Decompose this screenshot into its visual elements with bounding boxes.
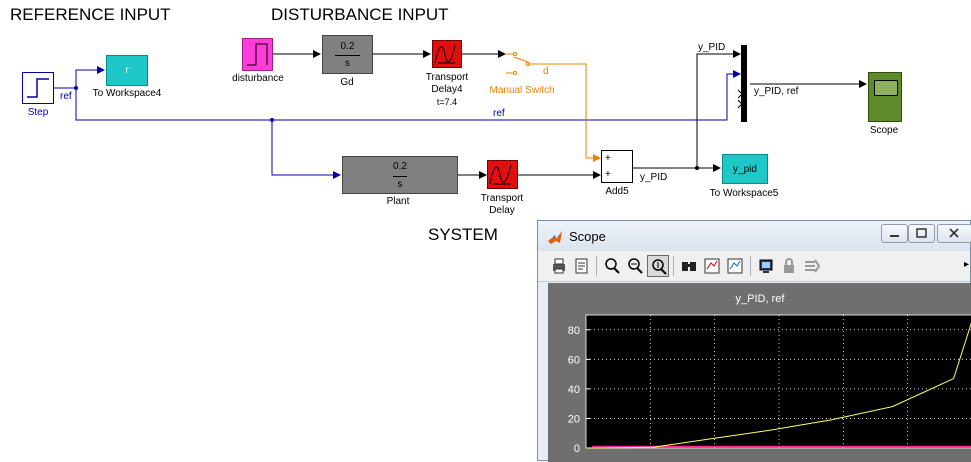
manual-switch-port-label: d: [543, 66, 549, 77]
gd-denominator: s: [345, 58, 350, 69]
add5-label: Add5: [605, 186, 629, 197]
scope-window-title: Scope: [569, 229, 606, 244]
gd-label: Gd: [340, 77, 354, 88]
autoscale-button[interactable]: [678, 255, 700, 277]
add5-sign-1: +: [605, 153, 611, 164]
delay-wave-icon-2: [489, 164, 512, 185]
plant-block[interactable]: 0.2 s: [342, 156, 458, 194]
ref-branch-point: [74, 86, 78, 90]
plant-label: Plant: [386, 196, 410, 207]
ref-branch-point-2: [270, 118, 274, 122]
plot-svg: 0 20 40 60 80: [568, 314, 971, 455]
scope-toolbar: ▸: [538, 251, 970, 282]
y-pid-add-label: y_PID: [640, 172, 668, 183]
minimize-icon: [890, 235, 899, 237]
lock-button[interactable]: [778, 255, 800, 277]
y-pid-branch-point: [695, 166, 699, 170]
zoom-in-button[interactable]: [601, 255, 623, 277]
scope-plot-canvas: y_PID, ref 0 20 40 60 80: [548, 283, 971, 462]
switch-contact-1: [512, 51, 518, 57]
toolbar-separator: [596, 256, 597, 276]
gd-fraction-bar: [335, 55, 360, 56]
autoscale-icon: [682, 262, 696, 271]
print-icon: [553, 258, 565, 274]
add5-block[interactable]: + +: [601, 150, 633, 183]
transport-delay4-param: t=7.4: [436, 97, 458, 107]
parameters-icon: [575, 258, 588, 274]
manual-switch-wire: [506, 53, 601, 162]
parameters-button[interactable]: [571, 255, 593, 277]
ref-signal-label: ref: [60, 91, 72, 102]
toolbar-overflow-icon[interactable]: ▸: [964, 259, 969, 270]
save-axes-icon: [704, 258, 720, 274]
y-tick-label: 80: [568, 325, 580, 337]
mux-block: [741, 45, 747, 122]
to-workspace5-block[interactable]: y_pid: [722, 154, 768, 184]
to-workspace5-value: y_pid: [733, 164, 757, 175]
print-button[interactable]: [548, 255, 570, 277]
zoom-y-button[interactable]: [647, 255, 669, 277]
y-tick-label: 60: [568, 354, 580, 366]
to-workspace4-block[interactable]: r: [106, 55, 148, 86]
signal-selector-button[interactable]: [801, 255, 823, 277]
floating-scope-icon: [759, 259, 773, 273]
y-pid-mux-label: y_PID: [698, 42, 726, 53]
scope-label: Scope: [869, 125, 899, 136]
plot-axes-background: [586, 315, 971, 448]
minimize-button[interactable]: [881, 224, 908, 243]
close-button[interactable]: [937, 224, 971, 243]
zoom-y-icon: [652, 259, 667, 275]
mux-out-label: y_PID, ref: [754, 86, 799, 97]
transport-delay4-block[interactable]: [432, 40, 462, 68]
matlab-icon: [548, 231, 562, 244]
gd-block[interactable]: 0.2 s: [322, 35, 373, 74]
restore-axes-icon: [727, 258, 743, 274]
scope-block[interactable]: [868, 72, 902, 122]
y-tick-label: 40: [568, 384, 580, 396]
switch-contact-2: [512, 70, 518, 76]
ref-mux-label: ref: [493, 108, 505, 119]
zoom-in-icon: [605, 258, 620, 274]
signal-selector-icon: [805, 259, 821, 273]
plant-numerator: 0.2: [393, 161, 407, 172]
scope-titlebar[interactable]: Scope: [538, 221, 971, 251]
transport-delay-block[interactable]: [487, 160, 518, 189]
y-tick-label: 20: [568, 413, 580, 425]
manual-switch-label[interactable]: Manual Switch: [489, 85, 554, 96]
zoom-x-button[interactable]: [624, 255, 646, 277]
signal-builder-icon: [247, 43, 268, 66]
add5-sign-2: +: [605, 169, 611, 180]
disturbance-block[interactable]: [242, 38, 273, 71]
scope-screen-icon: [874, 80, 898, 96]
step-label: Step: [27, 107, 49, 118]
delay-wave-icon: [434, 44, 456, 64]
toolbar-separator-3: [750, 256, 751, 276]
zoom-x-icon: [628, 258, 643, 274]
restore-icon: [916, 228, 927, 238]
transport-delay4-label: Transport Delay4: [425, 72, 469, 95]
y-tick-label: 0: [574, 443, 580, 455]
plant-fraction-bar: [393, 176, 407, 177]
restore-axes-button[interactable]: [724, 255, 746, 277]
close-icon: [949, 228, 959, 238]
to-workspace4-label: To Workspace4: [92, 88, 162, 99]
floating-scope-button[interactable]: [755, 255, 777, 277]
toolbar-separator-2: [673, 256, 674, 276]
transport-delay-label: Transport Delay: [480, 193, 524, 216]
scope-window[interactable]: Scope ▸ y_PID, ref 0 20 40 60 80: [537, 220, 971, 462]
step-block[interactable]: [22, 72, 54, 104]
to-workspace4-value: r: [125, 65, 129, 76]
to-workspace5-label: To Workspace5: [709, 188, 779, 199]
save-axes-button[interactable]: [701, 255, 723, 277]
restore-button[interactable]: [908, 224, 935, 243]
plant-denominator: s: [397, 179, 403, 190]
step-icon: [27, 78, 49, 98]
gd-numerator: 0.2: [340, 41, 355, 52]
disturbance-label: disturbance: [232, 73, 284, 84]
lock-icon: [784, 258, 794, 273]
